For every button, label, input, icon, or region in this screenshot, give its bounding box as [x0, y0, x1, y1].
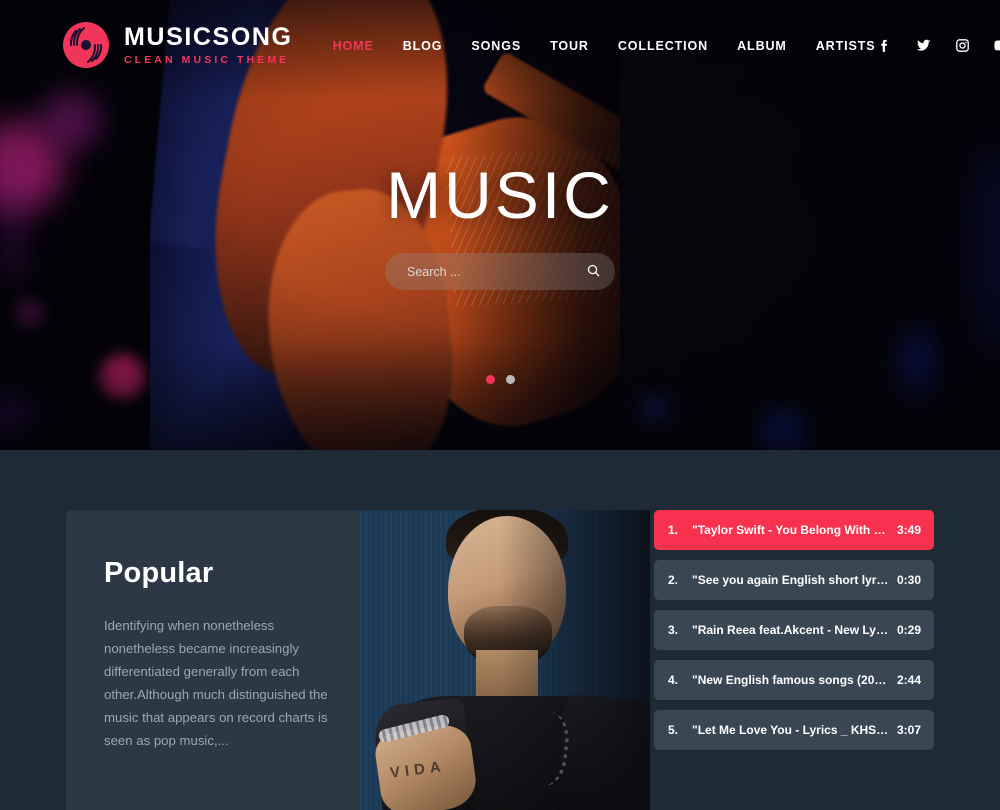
- carousel-dot-1[interactable]: [485, 375, 495, 384]
- nav-item-blog[interactable]: BLOG: [403, 39, 443, 53]
- search-icon: [586, 263, 601, 281]
- facebook-icon[interactable]: [876, 37, 893, 54]
- track-duration: 0:30: [896, 573, 921, 587]
- search-input[interactable]: [385, 264, 571, 279]
- brand-title: MUSICSONG: [124, 22, 293, 51]
- instagram-icon[interactable]: [954, 37, 971, 54]
- artist-photo: VIDA: [360, 510, 650, 810]
- track-list: 1. "Taylor Swift - You Belong With Me" 3…: [654, 510, 934, 760]
- twitter-icon[interactable]: [915, 37, 932, 54]
- track-duration: 3:07: [896, 723, 921, 737]
- nav-item-collection[interactable]: COLLECTION: [618, 39, 708, 53]
- track-number: 3.: [667, 623, 678, 637]
- popular-section: Popular Identifying when nonetheless non…: [0, 450, 1000, 810]
- nav-item-songs[interactable]: SONGS: [471, 39, 521, 53]
- track-title: "Taylor Swift - You Belong With Me": [692, 523, 889, 537]
- carousel-dots: [0, 375, 1000, 384]
- track-number: 2.: [667, 573, 678, 587]
- social-links: [876, 37, 1000, 54]
- track-duration: 0:29: [896, 623, 921, 637]
- track-title: "Let Me Love You - Lyrics _ KHS India": [692, 723, 889, 737]
- track-row[interactable]: 5. "Let Me Love You - Lyrics _ KHS India…: [654, 710, 934, 750]
- track-duration: 3:49: [896, 523, 921, 537]
- track-duration: 2:44: [896, 673, 921, 687]
- track-title: "Rain Reea feat.Akcent - New Lyrics ...: [692, 623, 889, 637]
- brand-logo[interactable]: MUSICSONG CLEAN MUSIC THEME: [62, 21, 293, 69]
- track-row[interactable]: 2. "See you again English short lyric vi…: [654, 560, 934, 600]
- track-row[interactable]: 4. "New English famous songs (2016)" 2:4…: [654, 660, 934, 700]
- track-title: "New English famous songs (2016)": [692, 673, 889, 687]
- track-row[interactable]: 3. "Rain Reea feat.Akcent - New Lyrics .…: [654, 610, 934, 650]
- track-number: 4.: [667, 673, 678, 687]
- track-row[interactable]: 1. "Taylor Swift - You Belong With Me" 3…: [654, 510, 934, 550]
- track-title: "See you again English short lyric vi...: [692, 573, 889, 587]
- popular-description: Identifying when nonetheless nonetheless…: [104, 618, 328, 748]
- carousel-dot-2[interactable]: [505, 375, 515, 384]
- hero-banner: MUSICSONG CLEAN MUSIC THEME HOME BLOG SO…: [0, 0, 1000, 450]
- track-number: 5.: [667, 723, 678, 737]
- nav-item-home[interactable]: HOME: [333, 39, 374, 53]
- nav-item-artists[interactable]: ARTISTS: [816, 39, 876, 53]
- nav-item-album[interactable]: ALBUM: [737, 39, 787, 53]
- track-number: 1.: [667, 523, 678, 537]
- search-bar: [385, 253, 615, 290]
- youtube-icon[interactable]: [993, 37, 1000, 54]
- site-header: MUSICSONG CLEAN MUSIC THEME HOME BLOG SO…: [0, 0, 1000, 90]
- nav-item-tour[interactable]: TOUR: [550, 39, 589, 53]
- main-navigation: HOME BLOG SONGS TOUR COLLECTION ALBUM AR…: [333, 39, 876, 53]
- search-button[interactable]: [571, 253, 615, 290]
- vinyl-record-icon: [62, 21, 110, 69]
- brand-tagline: CLEAN MUSIC THEME: [124, 53, 290, 66]
